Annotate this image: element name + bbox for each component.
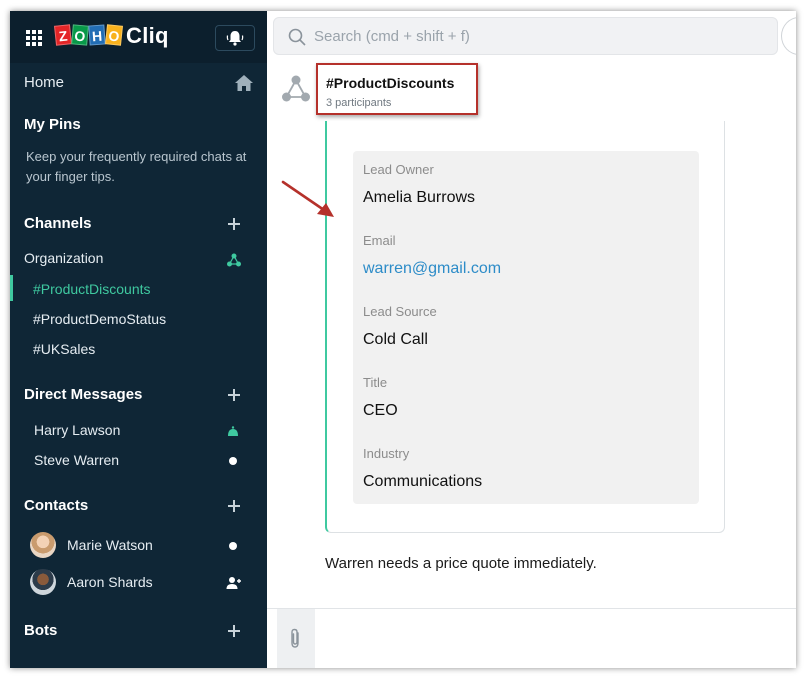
search-placeholder: Search (cmd + shift + f) <box>314 28 470 45</box>
main-panel: Search (cmd + shift + f) #ProductDiscoun… <box>267 11 796 668</box>
field-label: Title <box>363 375 388 390</box>
field-label: Industry <box>363 446 410 461</box>
pins-title: My Pins <box>24 116 81 133</box>
channel-item[interactable]: #ProductDiscounts <box>33 281 151 297</box>
contacts-title: Contacts <box>24 497 89 514</box>
message-composer[interactable] <box>267 608 796 668</box>
online-dot <box>229 542 237 550</box>
avatar <box>30 532 56 558</box>
zoho-letter: Z <box>53 24 73 46</box>
add-direct-message-button[interactable] <box>228 389 240 401</box>
add-channel-button[interactable] <box>228 218 240 230</box>
field-label: Lead Source <box>363 304 437 319</box>
contact-item[interactable]: Aaron Shards <box>67 574 153 590</box>
profile-button[interactable] <box>781 17 796 55</box>
zoho-letter: O <box>104 24 124 46</box>
org-channel-icon <box>227 253 241 267</box>
dm-item[interactable]: Steve Warren <box>34 452 119 468</box>
pins-description: Keep your frequently required chats at y… <box>26 149 247 184</box>
bots-title: Bots <box>24 622 58 639</box>
channel-name: #ProductDiscounts <box>326 75 455 91</box>
logo-bar: Z O H O Cliq <box>10 11 267 63</box>
bot-status-icon <box>228 426 238 436</box>
notifications-button[interactable] <box>215 25 255 51</box>
field-value: CEO <box>363 402 398 419</box>
direct-messages-title: Direct Messages <box>24 386 143 403</box>
search-input[interactable]: Search (cmd + shift + f) <box>273 17 778 55</box>
channels-title: Channels <box>24 215 92 232</box>
annotation-arrow <box>281 180 334 217</box>
home-icon <box>235 75 253 91</box>
field-value: Amelia Burrows <box>363 189 476 206</box>
apps-grid-icon[interactable] <box>26 30 42 46</box>
field-label: Lead Owner <box>363 162 434 177</box>
field-label: Email <box>363 233 396 248</box>
chat-message: Warren needs a price quote immediately. <box>325 555 597 572</box>
contact-item[interactable]: Marie Watson <box>67 537 153 553</box>
product-name: Cliq <box>126 23 169 48</box>
dm-item[interactable]: Harry Lawson <box>34 422 120 438</box>
sidebar-item-home[interactable]: Home <box>24 74 254 96</box>
field-value: Communications <box>363 473 483 490</box>
lead-fields: Lead Owner Amelia Burrows Email warren@g… <box>353 151 699 504</box>
home-label: Home <box>24 74 65 91</box>
zoho-letter: O <box>71 24 89 46</box>
channel-item[interactable]: #ProductDemoStatus <box>33 311 166 327</box>
participants-count[interactable]: 3 participants <box>326 97 391 109</box>
online-dot <box>229 457 237 465</box>
add-bot-button[interactable] <box>228 625 240 637</box>
chat-header: #ProductDiscounts 3 participants <box>267 63 796 121</box>
app-window: Z O H O Cliq Home My Pins Keep your freq… <box>10 11 796 668</box>
group-channel-icon <box>282 75 310 102</box>
add-contact-button[interactable] <box>228 500 240 512</box>
sidebar: Z O H O Cliq Home My Pins Keep your freq… <box>10 11 267 668</box>
zoho-letter: H <box>88 24 106 46</box>
email-link[interactable]: warren@gmail.com <box>363 260 501 278</box>
bell-icon <box>226 31 244 46</box>
sidebar-item-organization[interactable]: Organization <box>24 250 103 266</box>
paperclip-icon <box>291 628 299 648</box>
lead-card: Lead Owner Amelia Burrows Email warren@g… <box>325 121 725 533</box>
add-contact-icon[interactable] <box>226 576 242 590</box>
search-icon <box>288 28 306 46</box>
attach-button[interactable] <box>277 609 315 668</box>
zoho-logo: Z O H O <box>53 24 124 46</box>
avatar <box>30 569 56 595</box>
field-value: Cold Call <box>363 331 428 348</box>
channel-title-highlight[interactable]: #ProductDiscounts 3 participants <box>316 63 478 115</box>
active-indicator <box>10 275 13 301</box>
channel-item[interactable]: #UKSales <box>33 341 95 357</box>
